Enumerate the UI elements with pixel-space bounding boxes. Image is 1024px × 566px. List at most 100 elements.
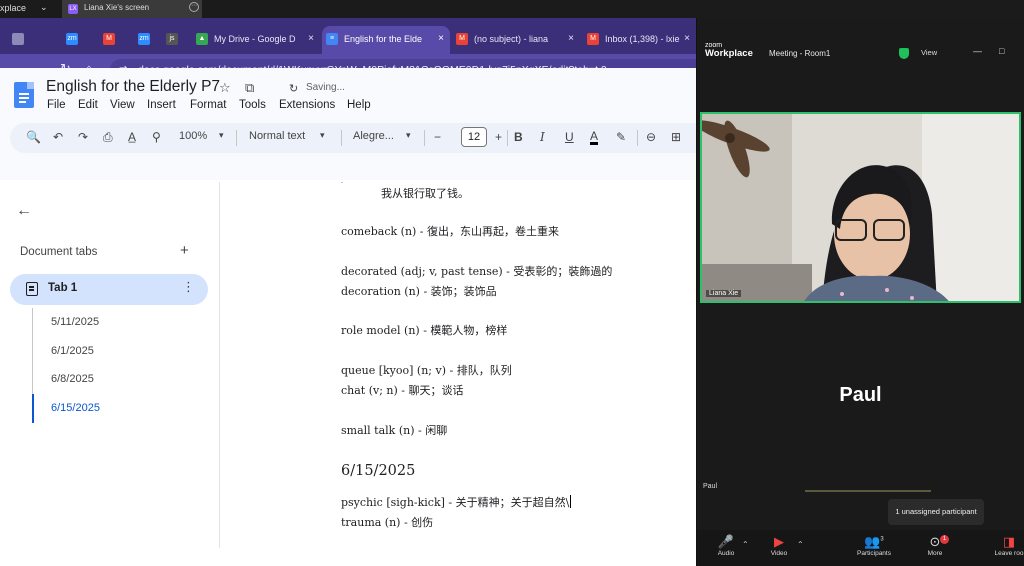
menu-view[interactable]: View xyxy=(110,99,135,111)
chevron-down-icon[interactable]: ▾ xyxy=(406,130,411,141)
text-cursor xyxy=(570,495,572,508)
screen-share-tab[interactable]: LX Liana Xie's screen xyxy=(62,0,202,18)
increase-font-size-button[interactable]: + xyxy=(495,130,502,144)
document-line-text: psychic [sigh-kick] - 关于精神；关于超自然\ xyxy=(341,496,570,509)
search-menus-icon[interactable]: 🔍 xyxy=(26,130,41,144)
document-heading: 6/15/2025 xyxy=(341,463,416,479)
redo-icon[interactable]: ↷ xyxy=(78,130,88,144)
font-size-input[interactable]: 12 xyxy=(461,127,487,147)
browser-tab[interactable]: zm xyxy=(62,26,96,54)
close-tab-icon[interactable]: × xyxy=(308,26,314,52)
divider xyxy=(637,130,638,146)
move-folder-icon[interactable]: ⧉ xyxy=(245,80,254,96)
spellcheck-icon[interactable]: A̲ xyxy=(128,130,136,144)
browser-tab[interactable]: ▲ My Drive - Google D × xyxy=(192,26,320,54)
chevron-down-icon[interactable]: ⌄ xyxy=(40,2,48,13)
document-line: chat (v; n) - 聊天；谈话 xyxy=(341,384,464,397)
tab-favicon-icon: M xyxy=(587,33,599,45)
browser-tab[interactable]: M (no subject) - liana × xyxy=(452,26,580,54)
bold-button[interactable]: B xyxy=(514,130,523,144)
tooltip: 1 unassigned participant xyxy=(888,499,984,525)
tab-title: My Drive - Google D xyxy=(214,34,296,44)
browser-tab[interactable] xyxy=(8,26,53,54)
decrease-font-size-button[interactable]: − xyxy=(434,130,441,144)
minimize-icon[interactable]: — xyxy=(973,46,982,56)
font-select[interactable]: Alegre... xyxy=(353,130,394,142)
indent-marker[interactable] xyxy=(337,182,347,183)
more-button[interactable]: ⊙ 1 More xyxy=(915,534,955,557)
menu-insert[interactable]: Insert xyxy=(147,99,176,111)
participant-video-tile[interactable]: Liana Xie xyxy=(700,112,1021,303)
chevron-down-icon[interactable]: ▾ xyxy=(320,130,325,141)
heading-item[interactable]: 6/1/2025 xyxy=(32,336,202,366)
view-button[interactable]: View xyxy=(921,48,937,57)
divider xyxy=(424,130,425,146)
document-line: decorated (adj; v, past tense) - 受表彰的；裝飾… xyxy=(341,265,613,278)
document-line: trauma (n) - 创伤 xyxy=(341,516,434,529)
video-button[interactable]: ▶ Video xyxy=(759,534,799,557)
close-outline-icon[interactable]: ← xyxy=(16,202,32,220)
menu-file[interactable]: File xyxy=(47,99,66,111)
participant-name-placeholder: Paul xyxy=(839,384,882,406)
undo-icon[interactable]: ↶ xyxy=(53,130,63,144)
heading-item-active[interactable]: 6/15/2025 xyxy=(32,394,202,423)
menu-tools[interactable]: Tools xyxy=(239,99,266,111)
menu-format[interactable]: Format xyxy=(190,99,226,111)
avatar: LX xyxy=(68,4,78,14)
insert-link-icon[interactable]: ⊖ xyxy=(646,130,656,144)
heading-item[interactable]: 6/8/2025 xyxy=(32,365,202,395)
leave-icon: ◨ xyxy=(1002,534,1016,549)
leave-button[interactable]: ◨ Leave roo xyxy=(989,534,1024,557)
zoom-meeting-window: zoom Workplace Meeting - Room1 View — □ L… xyxy=(697,18,1024,566)
docs-logo-icon[interactable] xyxy=(14,82,34,108)
browser-tab[interactable]: js xyxy=(162,26,188,54)
chevron-up-icon[interactable]: ⌃ xyxy=(742,540,749,549)
document-line-current: psychic [sigh-kick] - 关于精神；关于超自然\ xyxy=(341,494,572,510)
maximize-icon[interactable]: □ xyxy=(999,46,1004,56)
document-line: comeback (n) - 復出，东山再起，卷土重来 xyxy=(341,225,560,238)
print-icon[interactable]: ⎙ xyxy=(103,130,113,145)
italic-button[interactable]: I xyxy=(540,130,545,144)
close-tab-icon[interactable]: × xyxy=(568,26,574,52)
document-title[interactable]: English for the Elderly P7 xyxy=(46,78,220,96)
divider xyxy=(507,130,508,146)
browser-tab[interactable]: M xyxy=(99,26,131,54)
underline-button[interactable]: U xyxy=(565,130,574,144)
close-tab-icon[interactable]: × xyxy=(684,26,690,52)
menu-edit[interactable]: Edit xyxy=(78,99,98,111)
window-title: xplace xyxy=(0,3,27,13)
document-line: 我从银行取了钱。 xyxy=(381,187,469,200)
notification-badge: 1 xyxy=(940,535,949,544)
add-tab-button[interactable]: + xyxy=(180,242,189,259)
document-tabs-heading: Document tabs xyxy=(20,246,98,258)
heading-list: 5/11/2025 6/1/2025 6/8/2025 6/15/2025 xyxy=(32,308,202,423)
heading-item[interactable]: 5/11/2025 xyxy=(32,308,202,337)
more-icon[interactable]: ⋯ xyxy=(189,2,199,12)
browser-tab[interactable]: zm xyxy=(134,26,160,54)
browser-tab[interactable]: M Inbox (1,398) - lxie × xyxy=(583,26,696,54)
chevron-up-icon[interactable]: ⌃ xyxy=(797,540,804,549)
more-options-icon[interactable]: ⋮ xyxy=(182,279,195,295)
audio-button[interactable]: 🎤 Audio xyxy=(706,534,746,557)
style-select[interactable]: Normal text xyxy=(249,130,305,142)
highlight-icon[interactable]: ✎ xyxy=(616,130,626,144)
star-icon[interactable]: ☆ xyxy=(219,80,231,96)
saving-status-icon: ↻ xyxy=(289,83,299,95)
close-tab-icon[interactable]: × xyxy=(438,26,444,52)
zoom-select[interactable]: 100% xyxy=(179,130,207,142)
paint-format-icon[interactable]: ⚲ xyxy=(152,130,161,144)
menu-help[interactable]: Help xyxy=(347,99,371,111)
shield-icon[interactable] xyxy=(899,48,909,59)
document-page[interactable]: 我从银行取了钱。 comeback (n) - 復出，东山再起，卷土重来 dec… xyxy=(221,182,696,548)
control-label: Video xyxy=(770,550,788,557)
text-color-button[interactable]: A xyxy=(590,130,599,145)
participants-button[interactable]: 👥3 Participants xyxy=(854,534,894,557)
add-comment-icon[interactable]: ⊞ xyxy=(671,130,681,144)
tab-favicon-icon: js xyxy=(166,33,178,45)
chevron-down-icon[interactable]: ▾ xyxy=(219,130,224,141)
control-label: More xyxy=(927,550,943,557)
browser-tab-active[interactable]: ≡ English for the Elde × xyxy=(322,26,450,54)
menu-extensions[interactable]: Extensions xyxy=(279,99,335,111)
tab-strip: zm Mzm js ▲ My Drive - Google D × ≡ English for… xyxy=(0,18,866,54)
sidebar-item-tab-1[interactable]: Tab 1 ⋮ xyxy=(10,274,208,305)
